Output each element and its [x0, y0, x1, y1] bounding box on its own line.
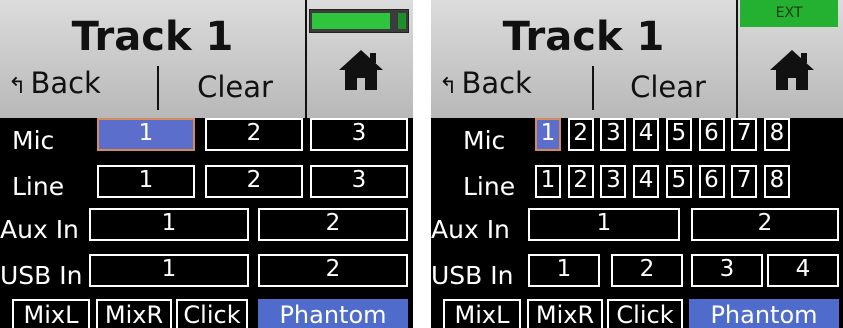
- line-input-5[interactable]: 5: [665, 165, 692, 198]
- click-button[interactable]: Click: [607, 299, 683, 328]
- mixl-button[interactable]: MixL: [443, 299, 521, 328]
- mic-input-7[interactable]: 7: [731, 118, 758, 151]
- line-input-1[interactable]: 1: [535, 165, 561, 198]
- mic-input-8[interactable]: 8: [763, 118, 790, 151]
- header-divider: [592, 66, 594, 110]
- back-arrow-icon: ↰: [8, 74, 27, 99]
- line-input-2[interactable]: 2: [205, 165, 303, 198]
- back-label: Back: [461, 66, 532, 100]
- mic-input-3[interactable]: 3: [310, 118, 408, 151]
- ext-indicator: EXT: [740, 0, 838, 27]
- left-track-screen: Track 1 ↰ Back Clear Mic 1 2 3 Line 1 2 3…: [0, 0, 413, 328]
- clear-button[interactable]: Clear: [603, 70, 733, 104]
- mic-input-2[interactable]: 2: [205, 118, 303, 151]
- level-meter: [309, 9, 409, 33]
- phantom-button[interactable]: Phantom: [258, 299, 408, 328]
- row-label-aux-in: Aux In: [0, 215, 79, 244]
- line-input-6[interactable]: 6: [698, 165, 725, 198]
- clear-button[interactable]: Clear: [170, 70, 300, 104]
- row-label-mic: Mic: [12, 126, 55, 155]
- mic-input-6[interactable]: 6: [698, 118, 725, 151]
- usb-input-4[interactable]: 4: [767, 254, 839, 287]
- back-label: Back: [30, 66, 101, 100]
- mixr-button[interactable]: MixR: [527, 299, 603, 328]
- back-button[interactable]: ↰ Back: [439, 66, 532, 100]
- mic-input-3[interactable]: 3: [600, 118, 627, 151]
- row-label-line: Line: [12, 172, 65, 201]
- row-label-usb-in: USB In: [0, 261, 83, 290]
- usb-input-3[interactable]: 3: [691, 254, 763, 287]
- home-icon: [770, 50, 814, 90]
- row-label-usb-in: USB In: [431, 261, 514, 290]
- mixl-button[interactable]: MixL: [12, 299, 90, 328]
- usb-input-2[interactable]: 2: [611, 254, 683, 287]
- usb-input-1[interactable]: 1: [89, 254, 249, 287]
- row-label-line: Line: [463, 172, 516, 201]
- usb-input-1[interactable]: 1: [528, 254, 600, 287]
- line-input-8[interactable]: 8: [763, 165, 790, 198]
- line-input-7[interactable]: 7: [731, 165, 758, 198]
- usb-input-2[interactable]: 2: [258, 254, 408, 287]
- header: Track 1 ↰ Back Clear EXT: [431, 0, 843, 118]
- mic-input-2[interactable]: 2: [567, 118, 594, 151]
- phantom-button[interactable]: Phantom: [689, 299, 839, 328]
- line-input-1[interactable]: 1: [97, 165, 195, 198]
- aux-input-2[interactable]: 2: [691, 208, 839, 241]
- mic-input-4[interactable]: 4: [633, 118, 660, 151]
- mic-input-5[interactable]: 5: [665, 118, 692, 151]
- aux-input-2[interactable]: 2: [258, 208, 408, 241]
- header: Track 1 ↰ Back Clear: [0, 0, 413, 118]
- line-input-3[interactable]: 3: [310, 165, 408, 198]
- back-button[interactable]: ↰ Back: [8, 66, 101, 100]
- header-divider: [157, 66, 159, 110]
- row-label-aux-in: Aux In: [431, 215, 510, 244]
- mixr-button[interactable]: MixR: [96, 299, 172, 328]
- back-arrow-icon: ↰: [439, 74, 458, 99]
- mic-input-1[interactable]: 1: [535, 118, 561, 151]
- home-icon: [339, 50, 383, 90]
- level-meter-fill: [312, 13, 391, 29]
- track-title: Track 1: [502, 14, 665, 60]
- track-title: Track 1: [71, 14, 234, 60]
- level-meter-peak: [398, 13, 406, 29]
- line-input-2[interactable]: 2: [567, 165, 594, 198]
- click-button[interactable]: Click: [176, 299, 248, 328]
- mic-input-1[interactable]: 1: [97, 118, 195, 151]
- line-input-3[interactable]: 3: [600, 165, 627, 198]
- right-track-screen: Track 1 ↰ Back Clear EXT Mic 12345678 Lin…: [431, 0, 843, 328]
- aux-input-1[interactable]: 1: [528, 208, 680, 241]
- aux-input-1[interactable]: 1: [89, 208, 249, 241]
- line-input-4[interactable]: 4: [633, 165, 660, 198]
- row-label-mic: Mic: [463, 126, 506, 155]
